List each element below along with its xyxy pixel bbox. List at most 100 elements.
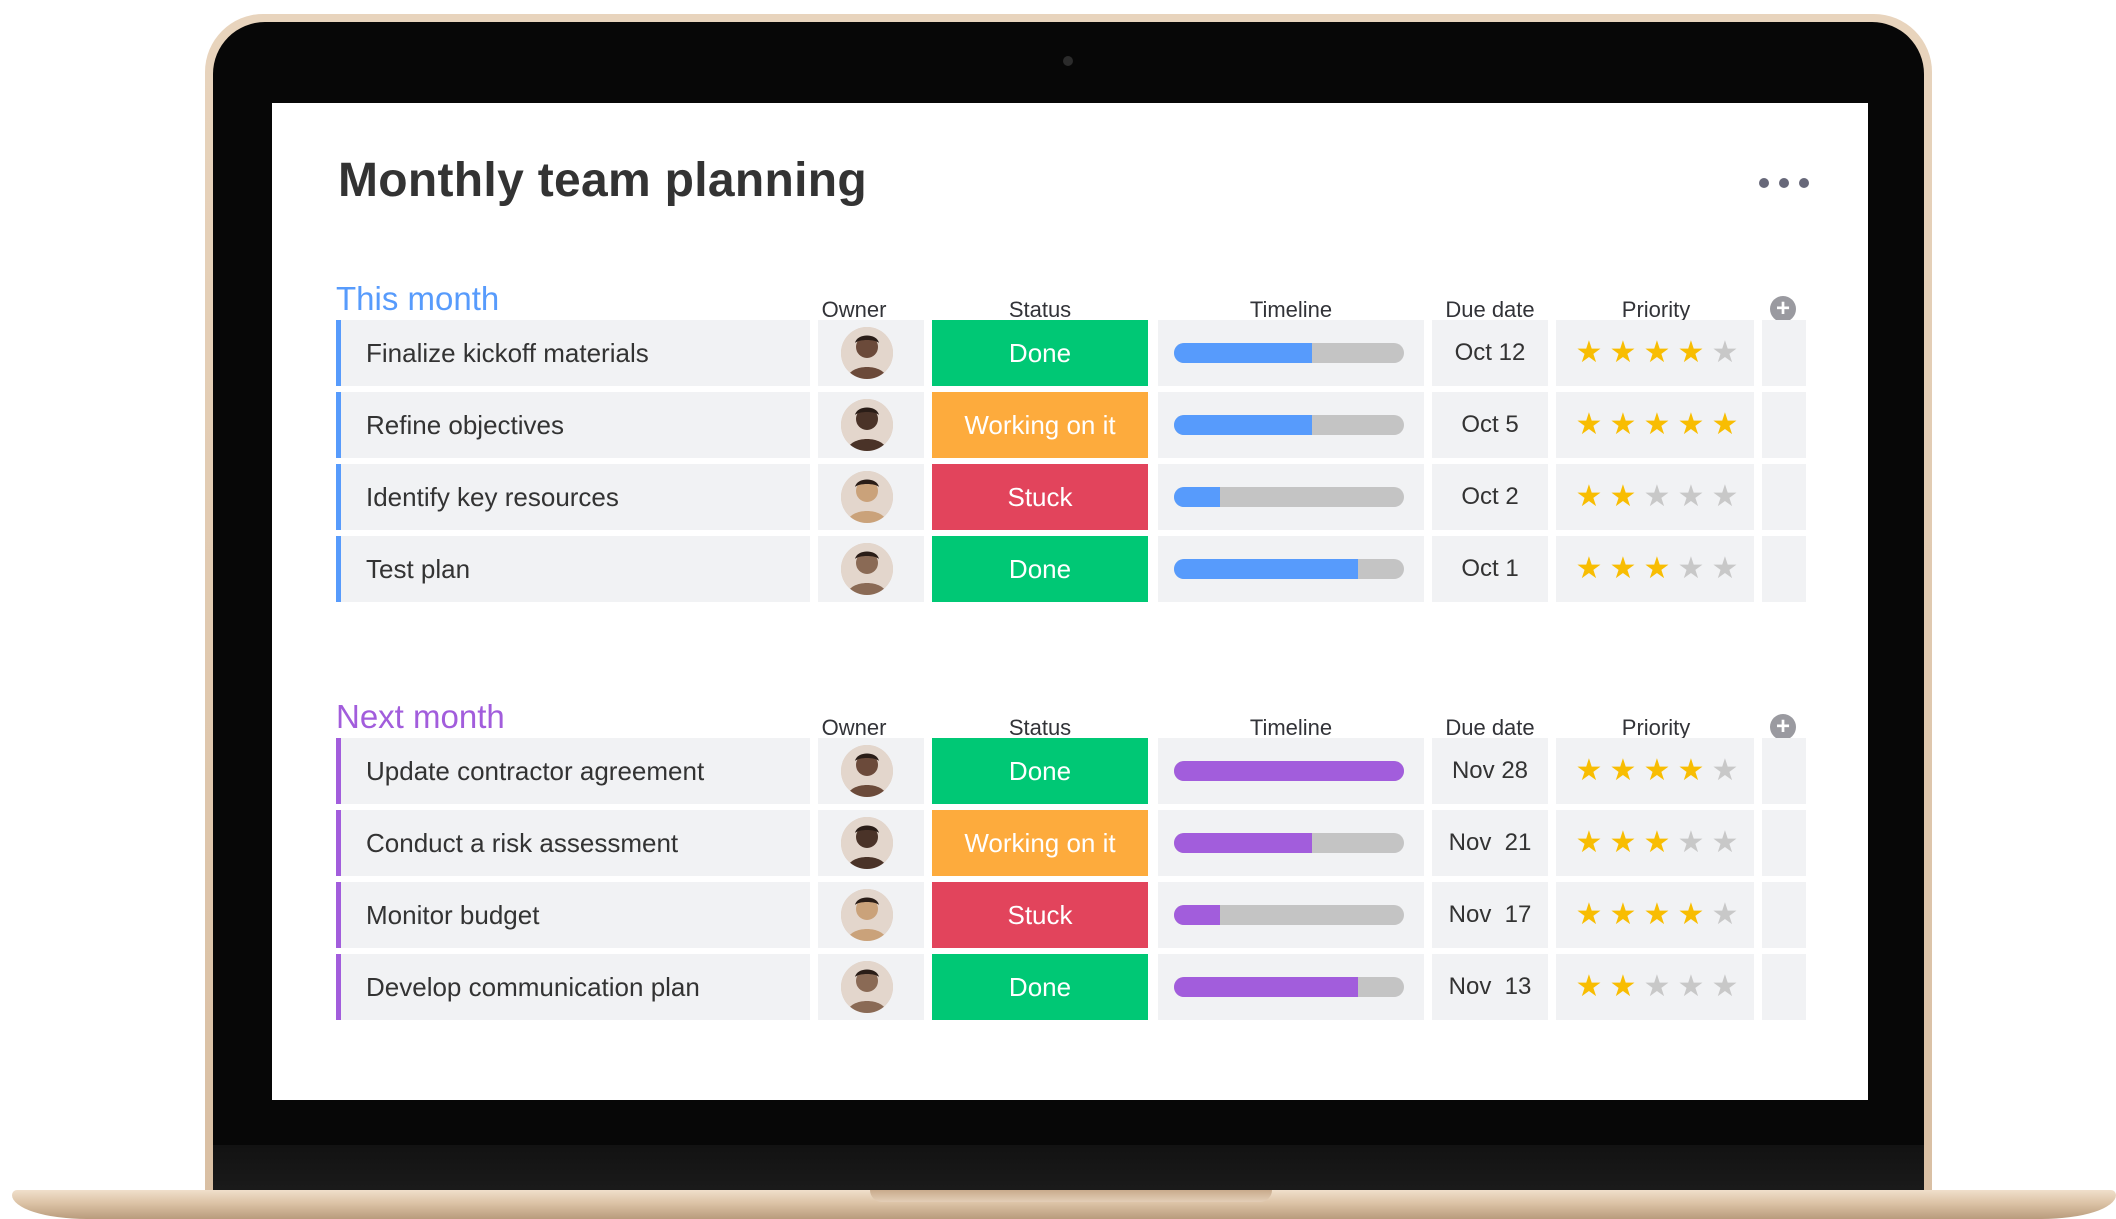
timeline-bar[interactable] bbox=[1174, 415, 1404, 435]
status-badge[interactable]: Done bbox=[932, 738, 1148, 804]
task-name[interactable]: Identify key resources bbox=[366, 482, 619, 513]
table-row[interactable]: Update contractor agreement Done Nov 28 ★ ★ ★… bbox=[336, 738, 1806, 804]
table-row[interactable]: Finalize kickoff materials Done Oct 12 ★ ★ ★ ★… bbox=[336, 320, 1806, 386]
task-name[interactable]: Test plan bbox=[366, 554, 470, 585]
timeline-bar[interactable] bbox=[1174, 905, 1404, 925]
star-icon[interactable]: ★ bbox=[1608, 826, 1638, 860]
timeline-bar[interactable] bbox=[1174, 343, 1404, 363]
star-icon[interactable]: ★ bbox=[1574, 408, 1604, 442]
owner-cell[interactable] bbox=[818, 464, 924, 530]
star-icon[interactable]: ★ bbox=[1642, 826, 1672, 860]
star-icon[interactable]: ★ bbox=[1710, 754, 1740, 788]
status-badge[interactable]: Done bbox=[932, 536, 1148, 602]
avatar-icon[interactable] bbox=[841, 471, 893, 523]
star-icon[interactable]: ★ bbox=[1608, 970, 1638, 1004]
priority-rating[interactable]: ★ ★ ★ ★ ★ bbox=[1556, 536, 1754, 602]
star-icon[interactable]: ★ bbox=[1608, 754, 1638, 788]
add-column-icon[interactable]: + bbox=[1770, 296, 1796, 322]
star-icon[interactable]: ★ bbox=[1676, 552, 1706, 586]
avatar-icon[interactable] bbox=[841, 817, 893, 869]
due-date[interactable]: Oct 2 bbox=[1432, 464, 1548, 530]
timeline-bar[interactable] bbox=[1174, 833, 1404, 853]
star-icon[interactable]: ★ bbox=[1710, 898, 1740, 932]
owner-cell[interactable] bbox=[818, 738, 924, 804]
table-row[interactable]: Refine objectives Working on it Oct 5 ★ ★ ★ ★ ★ bbox=[336, 392, 1806, 458]
owner-cell[interactable] bbox=[818, 392, 924, 458]
star-icon[interactable]: ★ bbox=[1608, 552, 1638, 586]
owner-cell[interactable] bbox=[818, 954, 924, 1020]
task-name-cell[interactable]: Identify key resources bbox=[336, 464, 810, 530]
timeline-bar[interactable] bbox=[1174, 977, 1404, 997]
timeline-cell[interactable] bbox=[1158, 954, 1424, 1020]
star-icon[interactable]: ★ bbox=[1642, 336, 1672, 370]
star-icon[interactable]: ★ bbox=[1574, 970, 1604, 1004]
star-icon[interactable]: ★ bbox=[1676, 898, 1706, 932]
star-icon[interactable]: ★ bbox=[1710, 480, 1740, 514]
avatar-icon[interactable] bbox=[841, 889, 893, 941]
avatar-icon[interactable] bbox=[841, 327, 893, 379]
star-icon[interactable]: ★ bbox=[1608, 336, 1638, 370]
task-name-cell[interactable]: Develop communication plan bbox=[336, 954, 810, 1020]
star-icon[interactable]: ★ bbox=[1710, 970, 1740, 1004]
timeline-cell[interactable] bbox=[1158, 738, 1424, 804]
star-icon[interactable]: ★ bbox=[1710, 826, 1740, 860]
status-badge[interactable]: Stuck bbox=[932, 464, 1148, 530]
avatar-icon[interactable] bbox=[841, 543, 893, 595]
star-icon[interactable]: ★ bbox=[1574, 480, 1604, 514]
star-icon[interactable]: ★ bbox=[1710, 552, 1740, 586]
star-icon[interactable]: ★ bbox=[1676, 754, 1706, 788]
timeline-bar[interactable] bbox=[1174, 487, 1404, 507]
owner-cell[interactable] bbox=[818, 320, 924, 386]
task-name[interactable]: Conduct a risk assessment bbox=[366, 828, 678, 859]
table-row[interactable]: Test plan Done Oct 1 ★ ★ ★ ★ ★ bbox=[336, 536, 1806, 602]
star-icon[interactable]: ★ bbox=[1676, 408, 1706, 442]
star-icon[interactable]: ★ bbox=[1574, 336, 1604, 370]
priority-rating[interactable]: ★ ★ ★ ★ ★ bbox=[1556, 738, 1754, 804]
table-row[interactable]: Monitor budget Stuck Nov 17 ★ ★ ★ ★ ★ bbox=[336, 882, 1806, 948]
star-icon[interactable]: ★ bbox=[1574, 826, 1604, 860]
priority-rating[interactable]: ★ ★ ★ ★ ★ bbox=[1556, 320, 1754, 386]
more-options-icon[interactable] bbox=[1759, 173, 1809, 193]
task-name[interactable]: Refine objectives bbox=[366, 410, 564, 441]
star-icon[interactable]: ★ bbox=[1608, 480, 1638, 514]
priority-rating[interactable]: ★ ★ ★ ★ ★ bbox=[1556, 810, 1754, 876]
star-icon[interactable]: ★ bbox=[1642, 408, 1672, 442]
star-icon[interactable]: ★ bbox=[1710, 408, 1740, 442]
task-name[interactable]: Develop communication plan bbox=[366, 972, 700, 1003]
star-icon[interactable]: ★ bbox=[1574, 552, 1604, 586]
star-icon[interactable]: ★ bbox=[1642, 898, 1672, 932]
task-name[interactable]: Monitor budget bbox=[366, 900, 539, 931]
star-icon[interactable]: ★ bbox=[1608, 408, 1638, 442]
timeline-cell[interactable] bbox=[1158, 536, 1424, 602]
due-date[interactable]: Oct 5 bbox=[1432, 392, 1548, 458]
timeline-cell[interactable] bbox=[1158, 882, 1424, 948]
task-name-cell[interactable]: Conduct a risk assessment bbox=[336, 810, 810, 876]
table-row[interactable]: Identify key resources Stuck Oct 2 ★ ★ ★ ★ ★ bbox=[336, 464, 1806, 530]
task-name-cell[interactable]: Test plan bbox=[336, 536, 810, 602]
group-title[interactable]: This month bbox=[336, 280, 499, 318]
due-date[interactable]: Nov 28 bbox=[1432, 738, 1548, 804]
star-icon[interactable]: ★ bbox=[1642, 552, 1672, 586]
task-name[interactable]: Update contractor agreement bbox=[366, 756, 704, 787]
priority-rating[interactable]: ★ ★ ★ ★ ★ bbox=[1556, 954, 1754, 1020]
timeline-bar[interactable] bbox=[1174, 761, 1404, 781]
timeline-cell[interactable] bbox=[1158, 320, 1424, 386]
owner-cell[interactable] bbox=[818, 882, 924, 948]
due-date[interactable]: Nov 21 bbox=[1432, 810, 1548, 876]
status-badge[interactable]: Working on it bbox=[932, 392, 1148, 458]
task-name[interactable]: Finalize kickoff materials bbox=[366, 338, 649, 369]
star-icon[interactable]: ★ bbox=[1676, 826, 1706, 860]
status-badge[interactable]: Done bbox=[932, 320, 1148, 386]
star-icon[interactable]: ★ bbox=[1642, 480, 1672, 514]
timeline-cell[interactable] bbox=[1158, 810, 1424, 876]
add-column-icon[interactable]: + bbox=[1770, 714, 1796, 740]
group-title[interactable]: Next month bbox=[336, 698, 505, 736]
star-icon[interactable]: ★ bbox=[1574, 754, 1604, 788]
table-row[interactable]: Conduct a risk assessment Working on it No… bbox=[336, 810, 1806, 876]
avatar-icon[interactable] bbox=[841, 961, 893, 1013]
task-name-cell[interactable]: Update contractor agreement bbox=[336, 738, 810, 804]
star-icon[interactable]: ★ bbox=[1710, 336, 1740, 370]
task-name-cell[interactable]: Refine objectives bbox=[336, 392, 810, 458]
due-date[interactable]: Nov 17 bbox=[1432, 882, 1548, 948]
avatar-icon[interactable] bbox=[841, 399, 893, 451]
